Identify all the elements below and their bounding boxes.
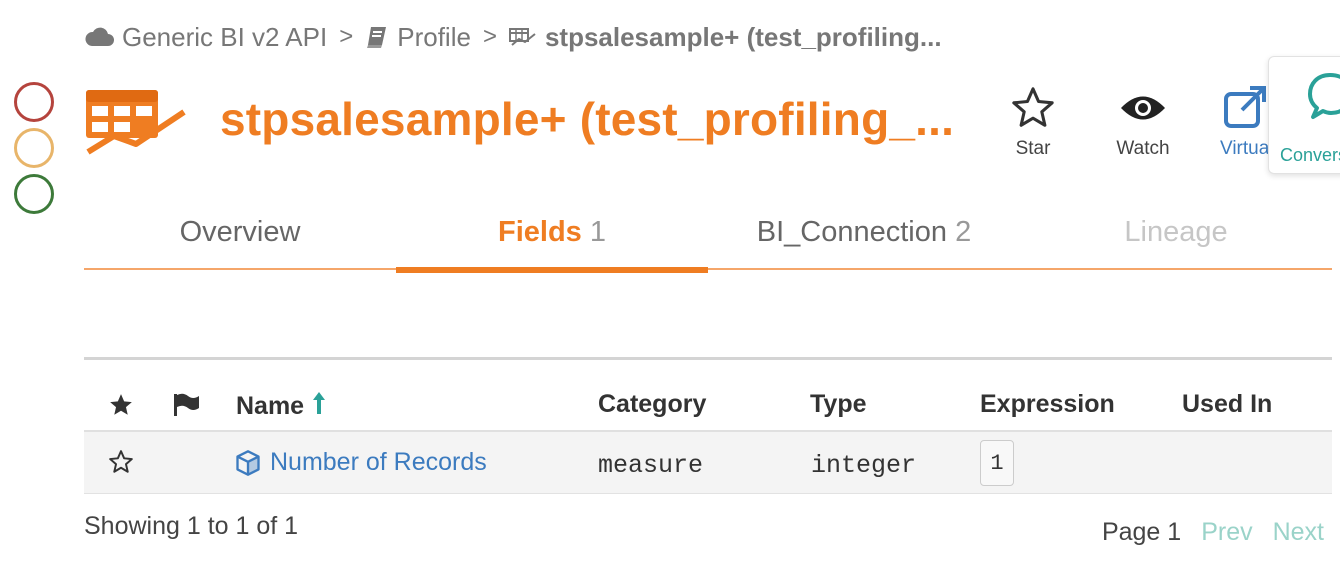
prev-button[interactable]: Prev	[1201, 518, 1252, 547]
field-type: integer	[811, 451, 917, 480]
breadcrumb-item-current: stpsalesample+ (test_profiling...	[508, 21, 942, 53]
star-label: Star	[1015, 138, 1051, 159]
tab-label: Lineage	[1124, 216, 1228, 248]
star-icon	[1012, 87, 1054, 127]
book-icon	[367, 27, 387, 48]
star-button[interactable]: Star	[1005, 84, 1061, 160]
status-circle-green[interactable]	[14, 174, 54, 214]
results-count: Showing 1 to 1 of 1	[84, 512, 299, 540]
star-column-header[interactable]	[108, 392, 134, 425]
tab-bi-connection[interactable]: BI_Connection 2	[708, 208, 1020, 268]
tab-label: Overview	[179, 216, 301, 248]
external-link-icon	[1224, 86, 1266, 128]
name-column-header[interactable]: Name	[236, 390, 327, 421]
row-star-button[interactable]	[108, 449, 134, 482]
name-header-label: Name	[236, 392, 305, 420]
star-icon	[109, 450, 133, 473]
star-filled-icon	[110, 394, 132, 415]
breadcrumb-separator: >	[339, 23, 354, 50]
cloud-icon	[85, 27, 114, 46]
watch-label: Watch	[1116, 138, 1170, 159]
tab-overview[interactable]: Overview	[84, 208, 396, 268]
type-column-header[interactable]: Type	[810, 390, 867, 419]
fields-table: Name Category Type Expression Used In Nu…	[84, 357, 1332, 494]
sort-ascending-icon	[313, 392, 326, 414]
conversation-label: Conversation	[1280, 145, 1340, 165]
breadcrumb-label: Generic BI v2 API	[122, 21, 328, 52]
breadcrumb-item-profile[interactable]: Profile	[365, 22, 471, 53]
tab-label: BI_Connection	[756, 216, 948, 248]
status-circle-red[interactable]	[14, 82, 54, 122]
table-chart-icon	[508, 28, 536, 46]
breadcrumb-label: Profile	[397, 21, 471, 52]
tab-lineage: Lineage	[1020, 208, 1332, 268]
virtual-label: Virtual	[1220, 138, 1274, 159]
expression-column-header[interactable]: Expression	[980, 390, 1115, 419]
flag-column-header[interactable]	[172, 392, 200, 425]
field-category: measure	[598, 451, 704, 480]
next-button[interactable]: Next	[1273, 518, 1324, 547]
cube-icon	[236, 449, 260, 476]
category-column-header[interactable]: Category	[598, 390, 706, 419]
conversation-button[interactable]: Conversation	[1268, 56, 1340, 174]
table-header: Name Category Type Expression Used In	[84, 360, 1332, 432]
breadcrumb-separator: >	[482, 23, 497, 50]
watch-button[interactable]: Watch	[1110, 84, 1176, 160]
pagination: Page 1 Prev Next	[1102, 518, 1324, 547]
used-in-column-header[interactable]: Used In	[1182, 390, 1272, 419]
tab-count: 1	[589, 216, 606, 248]
table-row: Number of Records measure integer 1	[84, 432, 1332, 494]
breadcrumb: Generic BI v2 API > Profile > stpsalesam…	[84, 20, 942, 54]
tab-label: Fields	[497, 216, 582, 248]
breadcrumb-item-datasource[interactable]: Generic BI v2 API	[84, 22, 327, 53]
field-name-link[interactable]: Number of Records	[234, 448, 487, 477]
page-indicator: Page 1	[1101, 518, 1182, 546]
eye-icon	[1121, 96, 1165, 120]
page-title: stpsalesample+ (test_profiling_...	[220, 93, 955, 145]
field-expression: 1	[980, 440, 1014, 486]
tab-bar: Overview Fields 1 BI_Connection 2 Lineag…	[84, 208, 1332, 273]
chat-bubble-icon	[1308, 73, 1340, 119]
breadcrumb-label: stpsalesample+ (test_profiling...	[544, 21, 942, 52]
status-circle-yellow[interactable]	[14, 128, 54, 168]
table-chart-icon	[86, 90, 186, 155]
field-name-label: Number of Records	[270, 448, 487, 476]
tab-fields[interactable]: Fields 1	[396, 208, 708, 273]
flag-icon	[174, 393, 199, 416]
tab-count: 2	[955, 216, 972, 248]
